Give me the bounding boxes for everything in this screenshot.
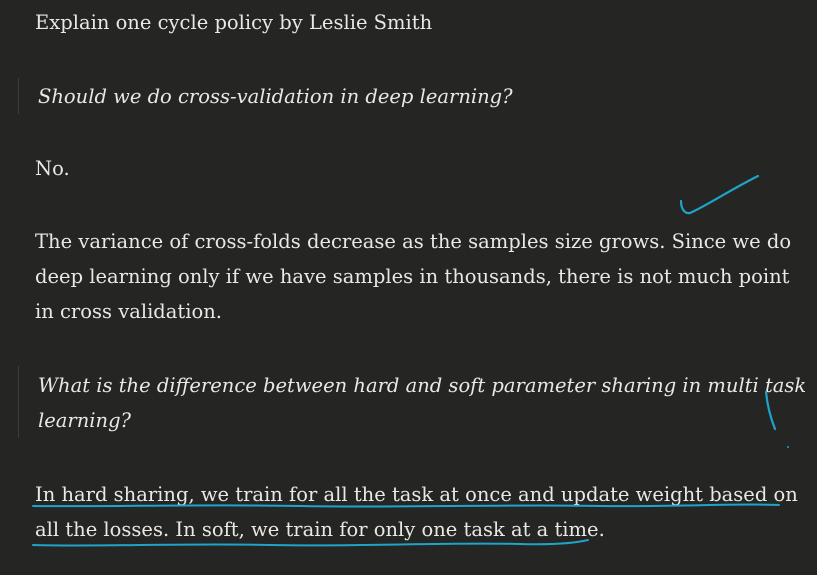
question-2-line: What is the difference between hard and … [38,374,807,397]
answer-1-line: deep learning only if we have samples in… [35,265,790,288]
question-1: Should we do cross-validation in deep le… [38,85,513,108]
answer-1-short: No. [35,157,70,180]
answer-2-line: all the losses. In soft, we train for on… [35,518,605,541]
heading-line: Explain one cycle policy by Leslie Smith [35,11,433,34]
answer-1-line: in cross validation. [35,300,222,323]
blockquote-bar [18,366,19,438]
ink-dot-icon [787,446,789,448]
blockquote-bar [18,78,19,114]
answer-2-line: In hard sharing, we train for all the ta… [35,483,798,506]
question-2-line: learning? [38,409,132,432]
checkmark-icon [679,174,760,215]
answer-1-line: The variance of cross-folds decrease as … [35,230,792,253]
